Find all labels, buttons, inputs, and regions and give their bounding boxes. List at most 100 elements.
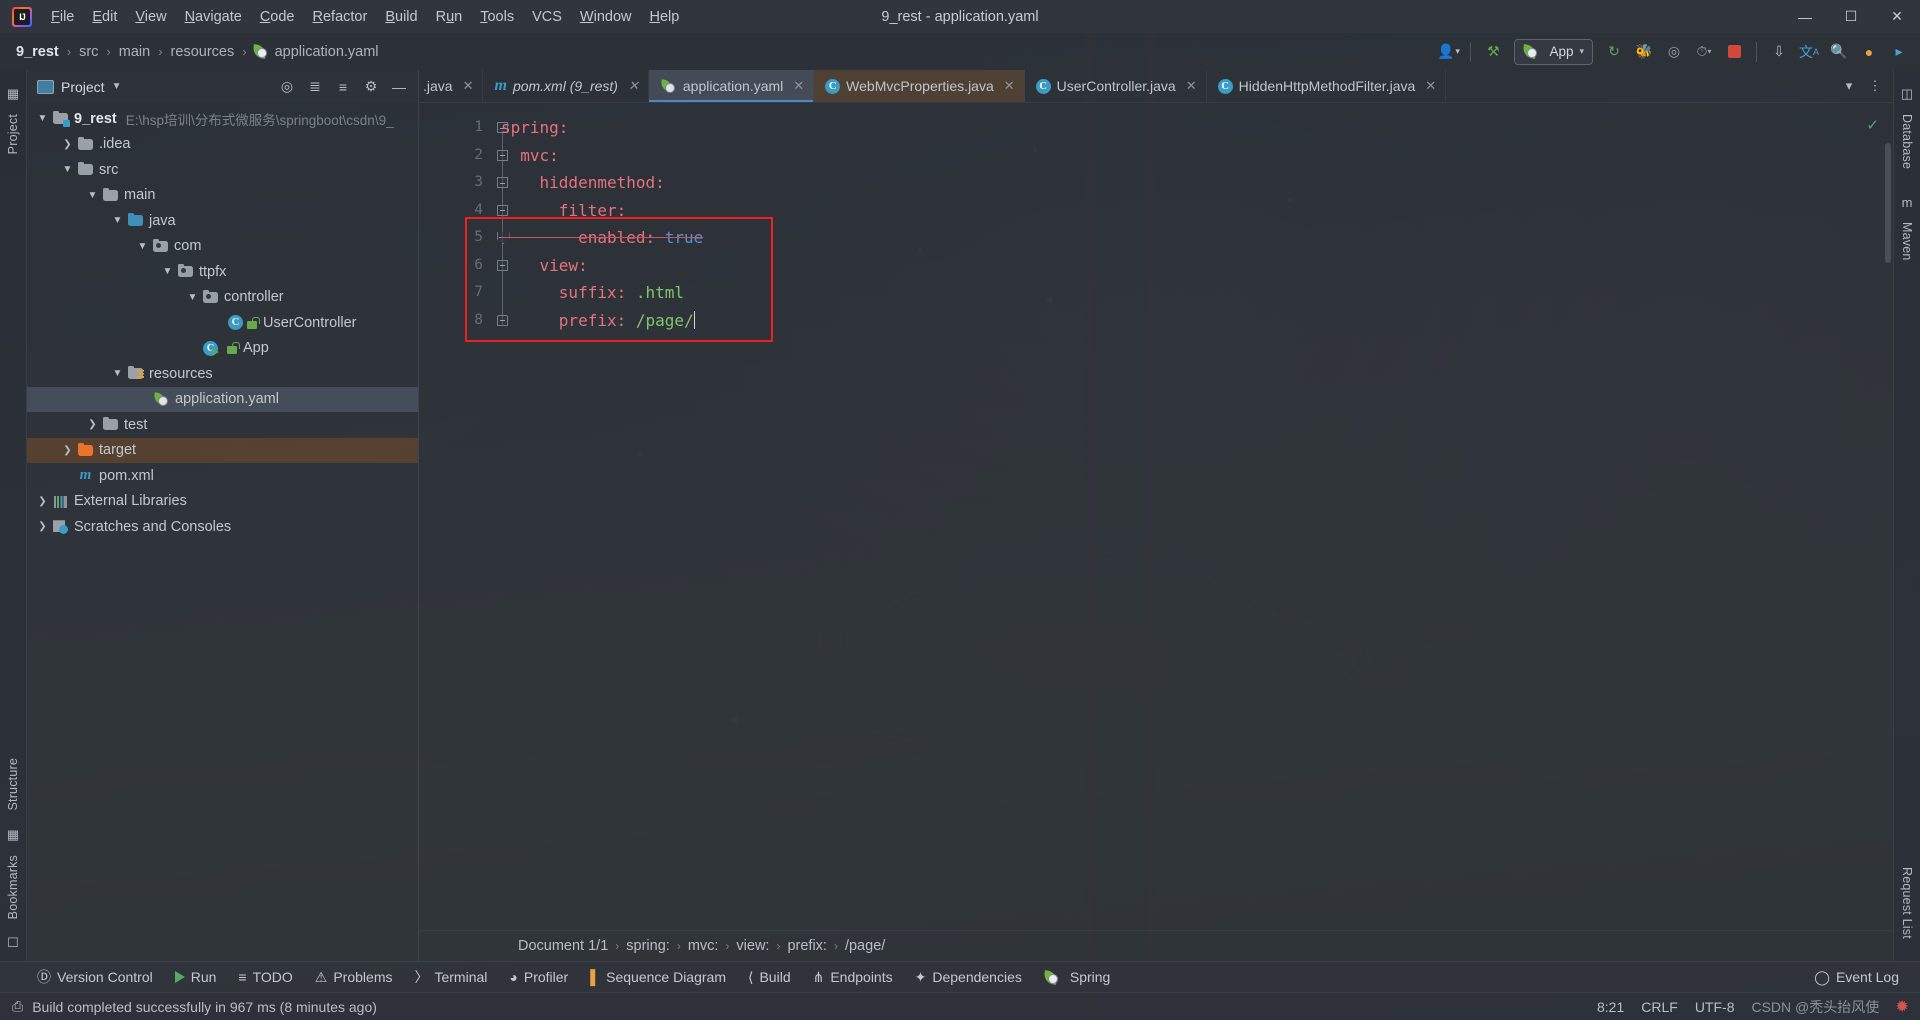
stop-icon[interactable] — [1721, 39, 1747, 65]
breadcrumb-item-project[interactable]: 9_rest — [14, 43, 61, 61]
close-tab-icon[interactable]: ✕ — [463, 78, 474, 94]
chevron-down-icon[interactable]: ▾ — [1837, 74, 1861, 98]
editor-tab-hiddenhttpmethodfilter[interactable]: C HiddenHttpMethodFilter.java ✕ — [1207, 70, 1447, 102]
file-encoding[interactable]: UTF-8 — [1695, 999, 1735, 1015]
chevron-down-icon[interactable]: ▼ — [85, 190, 100, 201]
chevron-right-icon[interactable]: ❯ — [60, 445, 75, 456]
search-icon[interactable]: 🔍 — [1826, 39, 1852, 65]
tree-node-usercontroller[interactable]: C UserController — [27, 310, 418, 336]
close-tab-icon[interactable]: ✕ — [628, 78, 639, 94]
chevron-down-icon[interactable]: ▼ — [110, 368, 125, 379]
hammer-icon[interactable]: ⚒ — [1480, 39, 1506, 65]
code-editor[interactable]: 1 2 3 4 5 6 7 8 spring: mvc: hiddenmetho… — [419, 103, 1893, 930]
tool-button-profiler[interactable]: ◕ Profiler — [498, 966, 579, 988]
bookmarks-icon[interactable]: ☐ — [7, 935, 19, 951]
strip-tab-structure[interactable]: Structure — [2, 750, 24, 819]
close-tab-icon[interactable]: ✕ — [793, 78, 804, 94]
doc-crumb-mvc[interactable]: mvc: — [683, 937, 724, 955]
tree-node-app[interactable]: C App — [27, 336, 418, 362]
menu-code[interactable]: Code — [251, 6, 304, 28]
menu-tools[interactable]: Tools — [471, 6, 523, 28]
tree-node-9-rest[interactable]: ▼ 9_rest E:\hsp培训\分布式微服务\springboot\csdn… — [27, 106, 418, 132]
tree-node-test[interactable]: ❯ test — [27, 412, 418, 438]
settings-gear-icon[interactable]: ⚙ — [358, 74, 384, 99]
tool-button-spring[interactable]: Spring — [1033, 966, 1121, 988]
strip-tab-database[interactable]: Database — [1896, 106, 1918, 177]
tool-button-version-control[interactable]: Ⓓ Version Control — [26, 964, 164, 990]
chevron-down-icon[interactable]: ▼ — [60, 164, 75, 175]
chevron-down-icon[interactable]: ▼ — [110, 215, 125, 226]
tree-node-external-libraries[interactable]: ❯ External Libraries — [27, 489, 418, 515]
menu-help[interactable]: Help — [640, 6, 688, 28]
line-separator[interactable]: CRLF — [1641, 999, 1678, 1015]
doc-crumb-prefix[interactable]: prefix: — [782, 937, 832, 955]
menu-navigate[interactable]: Navigate — [176, 6, 251, 28]
menu-run[interactable]: Run — [427, 6, 472, 28]
close-tab-icon[interactable]: ✕ — [1186, 78, 1197, 94]
maximize-button[interactable]: ☐ — [1828, 0, 1874, 33]
doc-crumb-value[interactable]: /page/ — [840, 937, 890, 955]
tree-node-idea[interactable]: ❯ .idea — [27, 132, 418, 158]
expand-all-icon[interactable]: ≣ — [302, 74, 328, 99]
close-tab-icon[interactable]: ✕ — [1004, 78, 1015, 94]
tool-button-problems[interactable]: ⚠ Problems — [304, 966, 404, 989]
doc-crumb-spring[interactable]: spring: — [621, 937, 675, 955]
tool-button-event-log[interactable]: ◯ Event Log — [1803, 966, 1910, 989]
tree-node-pom-xml[interactable]: m pom.xml — [27, 463, 418, 489]
translate-icon[interactable]: 文A — [1796, 39, 1822, 65]
editor-tab-java[interactable]: .java ✕ — [419, 70, 484, 102]
update-project-icon[interactable]: ⇩ — [1766, 39, 1792, 65]
locate-icon[interactable]: ◎ — [274, 74, 300, 99]
editor-scrollbar[interactable] — [1885, 143, 1891, 263]
editor-tab-pom-xml[interactable]: m pom.xml (9_rest) ✕ — [483, 70, 649, 102]
tree-node-application-yaml[interactable]: application.yaml — [27, 386, 418, 412]
tree-node-src[interactable]: ▼ src — [27, 157, 418, 183]
tree-node-ttpfx[interactable]: ▼ ttpfx — [27, 259, 418, 285]
caret-position[interactable]: 8:21 — [1597, 999, 1624, 1015]
chevron-down-icon[interactable]: ▼ — [135, 241, 150, 252]
strip-tab-request-list[interactable]: Request List — [1896, 859, 1918, 947]
breadcrumb-item-file[interactable]: application.yaml — [273, 43, 381, 61]
plugin-icon[interactable]: ▸ — [1886, 39, 1912, 65]
tree-node-java[interactable]: ▼ java — [27, 208, 418, 234]
tree-node-scratches-consoles[interactable]: ❯ Scratches and Consoles — [27, 514, 418, 540]
menu-view[interactable]: View — [126, 6, 175, 28]
maven-icon[interactable]: m — [1902, 195, 1913, 210]
chevron-right-icon[interactable]: ❯ — [85, 419, 100, 430]
strip-tab-bookmarks[interactable]: Bookmarks — [2, 847, 24, 927]
collapse-all-icon[interactable]: ≡ — [330, 74, 356, 99]
chevron-down-icon[interactable]: ▼ — [112, 81, 122, 92]
menu-window[interactable]: Window — [571, 6, 641, 28]
database-icon[interactable]: ◫ — [1901, 86, 1913, 102]
project-strip-icon[interactable]: ▦ — [7, 86, 19, 102]
doc-crumb-view[interactable]: view: — [731, 937, 774, 955]
tool-button-run[interactable]: Run — [164, 966, 228, 988]
tool-button-todo[interactable]: ≡ TODO — [227, 966, 303, 988]
tool-button-terminal[interactable]: 〉 Terminal — [403, 964, 498, 990]
tool-button-sequence-diagram[interactable]: ▌ Sequence Diagram — [579, 966, 737, 988]
run-configuration-selector[interactable]: App ▾ — [1514, 38, 1593, 65]
more-options-icon[interactable]: ⋮ — [1863, 74, 1887, 98]
run-with-coverage-icon[interactable]: ◎ — [1661, 39, 1687, 65]
structure-icon[interactable]: ▦ — [7, 827, 19, 843]
chevron-right-icon[interactable]: ❯ — [35, 496, 50, 507]
editor-tab-webmvcproperties[interactable]: C WebMvcProperties.java ✕ — [814, 70, 1025, 102]
tree-node-main[interactable]: ▼ main — [27, 183, 418, 209]
strip-tab-project[interactable]: Project — [2, 106, 24, 162]
editor-tab-application-yaml[interactable]: application.yaml ✕ — [648, 70, 815, 102]
menu-file[interactable]: File — [42, 6, 83, 28]
user-avatar-icon[interactable]: 👤 ▾ — [1435, 39, 1461, 65]
chevron-right-icon[interactable]: ❯ — [35, 521, 50, 532]
tool-button-build[interactable]: ⟨ Build — [737, 966, 802, 989]
profile-icon[interactable]: ⏱ ▾ — [1691, 39, 1717, 65]
breadcrumb-item-src[interactable]: src — [77, 43, 100, 61]
menu-refactor[interactable]: Refactor — [304, 6, 377, 28]
menu-build[interactable]: Build — [376, 6, 426, 28]
tool-button-endpoints[interactable]: ⋔ Endpoints — [802, 966, 904, 989]
menu-vcs[interactable]: VCS — [523, 6, 571, 28]
minimize-button[interactable]: — — [1782, 0, 1828, 33]
chevron-right-icon[interactable]: ❯ — [60, 139, 75, 150]
editor-tab-usercontroller[interactable]: C UserController.java ✕ — [1025, 70, 1207, 102]
tool-button-dependencies[interactable]: ✦ Dependencies — [904, 966, 1033, 989]
tree-node-target[interactable]: ❯ target — [27, 437, 418, 463]
